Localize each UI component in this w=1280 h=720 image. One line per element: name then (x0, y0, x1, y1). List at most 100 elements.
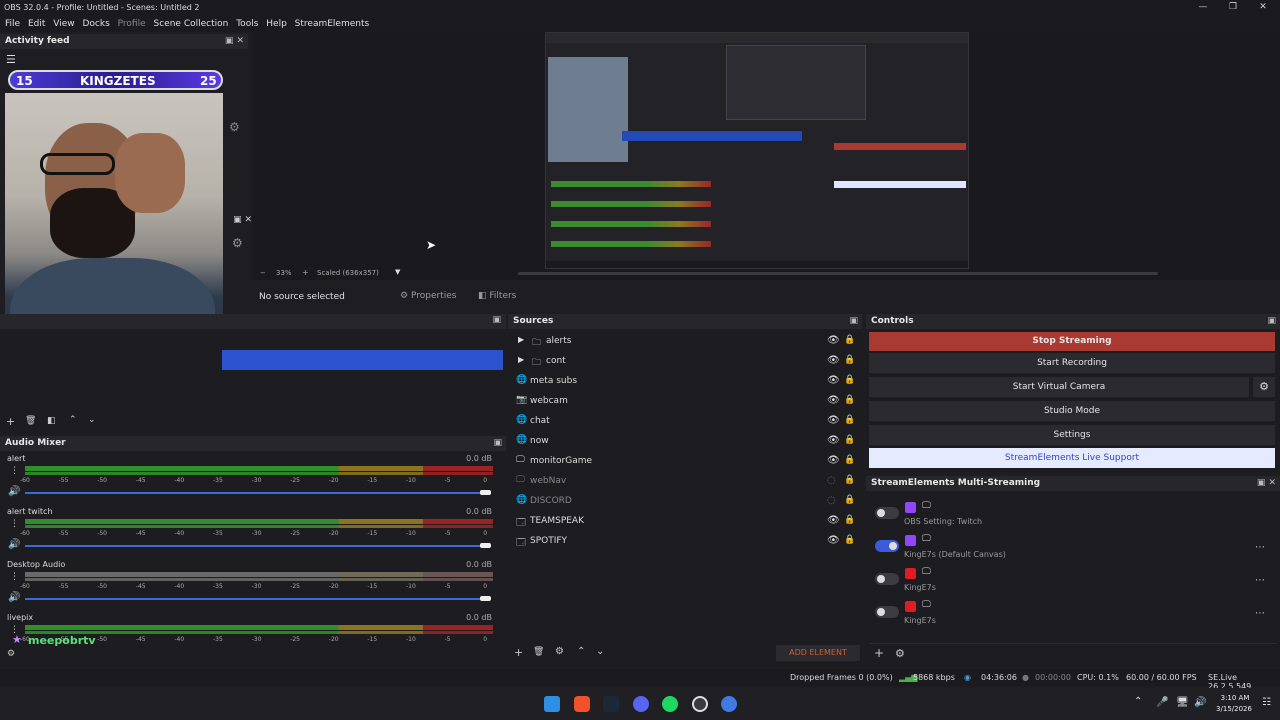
lock-icon[interactable]: 🔒 (844, 375, 855, 385)
gear-icon[interactable]: ⚙ (895, 647, 905, 660)
visibility-icon[interactable]: 👁 (827, 375, 840, 386)
source-row[interactable]: 🖵 webNav ◌ 🔒 (510, 471, 860, 491)
zoom-in-button[interactable]: + (302, 268, 309, 277)
chevron-right-icon[interactable]: ▶ (518, 355, 524, 364)
lock-icon[interactable]: 🔒 (844, 415, 855, 425)
preview-scrollbar[interactable] (518, 272, 1158, 275)
live-support-button[interactable]: StreamElements Live Support (869, 448, 1275, 468)
studio-mode-button[interactable]: Studio Mode (869, 401, 1275, 421)
volume-slider[interactable] (25, 492, 491, 494)
more-vertical-icon[interactable]: ⋮ (10, 466, 19, 476)
clock-time[interactable]: 3:10 AM (1216, 694, 1254, 702)
menu-streamelements[interactable]: StreamElements (295, 16, 370, 32)
lock-icon[interactable]: 🔒 (844, 355, 855, 365)
restore-button[interactable]: ❐ (1218, 0, 1248, 16)
visibility-icon[interactable]: 👁 (827, 395, 840, 406)
chevron-down-icon[interactable]: ▼ (395, 268, 400, 276)
menu-scene-collection[interactable]: Scene Collection (154, 16, 229, 32)
lock-icon[interactable]: 🔒 (844, 495, 855, 505)
destination-toggle[interactable] (875, 540, 899, 552)
steam-icon[interactable] (603, 696, 619, 712)
windows-start-icon[interactable] (544, 696, 560, 712)
destination-toggle[interactable] (875, 573, 899, 585)
gear-icon[interactable]: ⚙ (229, 120, 240, 134)
lock-icon[interactable]: 🔒 (844, 535, 855, 545)
discord-icon[interactable] (633, 696, 649, 712)
stop-streaming-button[interactable]: Stop Streaming (869, 332, 1275, 351)
clock-date[interactable]: 3/15/2026 (1212, 705, 1256, 713)
gear-icon[interactable]: ⚙ (232, 236, 243, 250)
visibility-icon[interactable]: 👁 (827, 355, 840, 366)
preview-canvas[interactable] (545, 32, 969, 269)
app-icon[interactable] (721, 696, 737, 712)
virtual-camera-settings-gear-icon[interactable]: ⚙ (1253, 377, 1275, 397)
zoom-out-button[interactable]: − (260, 269, 266, 277)
minimize-button[interactable]: — (1188, 0, 1218, 16)
trash-icon[interactable]: 🗑 (25, 416, 36, 426)
dock-close-icon[interactable]: ▣ ✕ (222, 215, 252, 227)
lock-icon[interactable]: 🔒 (844, 515, 855, 525)
filters-button[interactable]: ◧ Filters (478, 288, 528, 304)
gear-icon[interactable]: ⚙ (7, 649, 15, 659)
move-down-icon[interactable]: ⌄ (596, 646, 604, 657)
notification-icon[interactable]: ☷ (1262, 697, 1271, 708)
visibility-off-icon[interactable]: ◌ (827, 475, 836, 486)
monitor-icon[interactable]: 🖥 (1176, 697, 1189, 708)
menu-docks[interactable]: Docks (82, 16, 109, 32)
move-up-icon[interactable]: ⌃ (577, 646, 585, 657)
undock-icon[interactable]: ▣ (493, 436, 502, 451)
volume-slider-handle[interactable] (480, 490, 491, 495)
visibility-icon[interactable]: 👁 (827, 335, 840, 346)
chevron-right-icon[interactable]: ▶ (518, 335, 524, 344)
hamburger-icon[interactable]: ☰ (6, 54, 20, 66)
scene-selected-row[interactable] (222, 350, 503, 370)
add-source-button[interactable]: + (514, 646, 523, 659)
spotify-icon[interactable] (662, 696, 678, 712)
more-vertical-icon[interactable]: ⋮ (10, 519, 19, 529)
visibility-icon[interactable]: 👁 (827, 435, 840, 446)
lock-icon[interactable]: 🔒 (844, 455, 855, 465)
move-down-icon[interactable]: ⌄ (88, 415, 96, 425)
menu-file[interactable]: File (5, 16, 20, 32)
menu-profile[interactable]: Profile (118, 16, 146, 32)
source-row[interactable]: 🌐 chat 👁 🔒 (510, 411, 860, 431)
volume-icon[interactable]: 🔊 (1194, 697, 1206, 708)
source-row[interactable]: 📷 webcam 👁 🔒 (510, 391, 860, 411)
chevron-up-icon[interactable]: ⌃ (1134, 696, 1142, 707)
source-row[interactable]: 🗔 SPOTIFY 👁 🔒 (510, 531, 860, 551)
filter-icon[interactable]: ◧ (47, 416, 56, 426)
scale-select[interactable]: Scaled (636x357) (317, 269, 379, 277)
lock-icon[interactable]: 🔒 (844, 435, 855, 445)
volume-slider[interactable] (25, 545, 491, 547)
source-row[interactable]: 🌐 meta subs 👁 🔒 (510, 371, 860, 391)
visibility-off-icon[interactable]: ◌ (827, 495, 836, 506)
visibility-icon[interactable]: 👁 (827, 535, 840, 546)
more-vertical-icon[interactable]: ⋮ (10, 572, 19, 582)
gear-icon[interactable]: ⚙ (555, 646, 564, 657)
move-up-icon[interactable]: ⌃ (69, 415, 77, 425)
visibility-icon[interactable]: 👁 (827, 455, 840, 466)
undock-icon[interactable]: ▣ (1267, 314, 1276, 329)
menu-edit[interactable]: Edit (28, 16, 45, 32)
start-virtual-camera-button[interactable]: Start Virtual Camera (869, 377, 1249, 397)
microphone-icon[interactable]: 🎤 (1156, 697, 1168, 708)
close-button[interactable]: ✕ (1248, 0, 1278, 16)
start-recording-button[interactable]: Start Recording (869, 353, 1275, 373)
add-destination-button[interactable]: + (874, 646, 884, 660)
undock-icon[interactable]: ▣ (849, 314, 858, 329)
lock-icon[interactable]: 🔒 (844, 335, 855, 345)
lock-icon[interactable]: 🔒 (844, 475, 855, 485)
trash-icon[interactable]: 🗑 (533, 647, 544, 657)
more-options-icon[interactable]: ⋯ (1255, 575, 1265, 586)
lock-icon[interactable]: 🔒 (844, 395, 855, 405)
volume-slider-handle[interactable] (480, 543, 491, 548)
dock-close-icon[interactable]: ▣ ✕ (225, 34, 244, 49)
destination-toggle[interactable] (875, 606, 899, 618)
menu-tools[interactable]: Tools (236, 16, 258, 32)
volume-slider-handle[interactable] (480, 596, 491, 601)
speaker-icon[interactable]: 🔊 (8, 539, 20, 550)
source-row[interactable]: ▶ 🗀 cont 👁 🔒 (510, 351, 860, 371)
source-row[interactable]: 🗔 TEAMSPEAK 👁 🔒 (510, 511, 860, 531)
source-row[interactable]: 🌐 now 👁 🔒 (510, 431, 860, 451)
obs-icon[interactable] (692, 696, 708, 712)
